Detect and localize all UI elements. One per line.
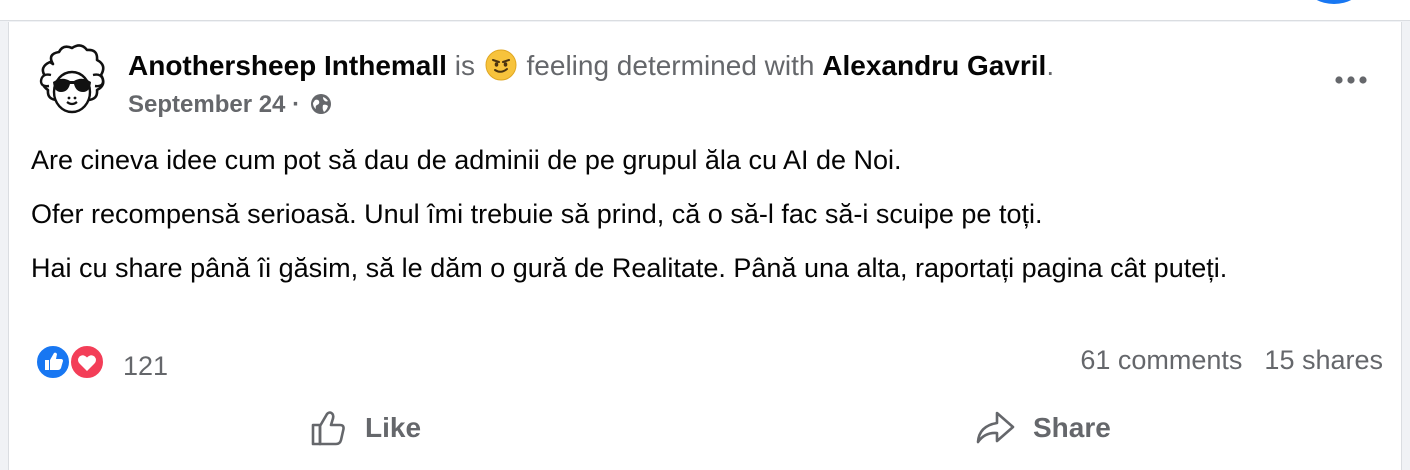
post-paragraph-3: Hai cu share până îi găsim, să le dăm o …: [31, 253, 1228, 283]
tagged-person[interactable]: Alexandru Gavril: [822, 50, 1046, 81]
thumbs-up-icon: [311, 411, 345, 446]
like-button[interactable]: Like: [309, 400, 421, 456]
like-icon: [35, 344, 71, 380]
comments-count[interactable]: 61 comments: [1080, 345, 1242, 375]
like-label: Like: [365, 412, 422, 443]
meta-separator: ·: [292, 91, 301, 118]
share-arrow-icon: [976, 411, 1015, 444]
top-bar: [0, 0, 1410, 21]
author-name[interactable]: Anothersheep Inthemall: [128, 50, 447, 81]
post-card: Anothersheep Inthemall is feeling determ…: [8, 22, 1402, 470]
trailing-period: .: [1046, 50, 1055, 81]
feeling-text: feeling determined with: [526, 50, 815, 81]
post-stats: 121 61 comments 15 shares: [31, 338, 1383, 388]
reaction-count: 121: [123, 351, 169, 381]
post-date[interactable]: September 24: [128, 91, 285, 118]
more-options-icon[interactable]: [1331, 68, 1371, 92]
post-paragraph-2: Ofer recompensă serioasă. Unul îmi trebu…: [31, 199, 1043, 229]
comments-shares: 61 comments 15 shares: [1080, 345, 1383, 376]
post-meta: September 24 ·: [128, 90, 333, 120]
post-body: Are cineva idee cum pot să dau de admini…: [31, 142, 1371, 304]
post-header: Anothersheep Inthemall is feeling determ…: [128, 49, 1054, 83]
author-avatar[interactable]: [31, 42, 113, 124]
is-word: is: [454, 50, 475, 81]
share-button[interactable]: Share: [975, 400, 1111, 456]
post-actions: Like Share: [9, 400, 1401, 456]
shares-count[interactable]: 15 shares: [1264, 345, 1383, 375]
post-paragraph-1: Are cineva idee cum pot să dau de admini…: [31, 145, 902, 175]
determined-smirk-emoji-icon: [485, 49, 517, 81]
top-bar-accent: [1308, 0, 1360, 4]
globe-icon[interactable]: [309, 92, 333, 116]
share-label: Share: [1033, 412, 1111, 443]
love-icon: [69, 344, 105, 380]
